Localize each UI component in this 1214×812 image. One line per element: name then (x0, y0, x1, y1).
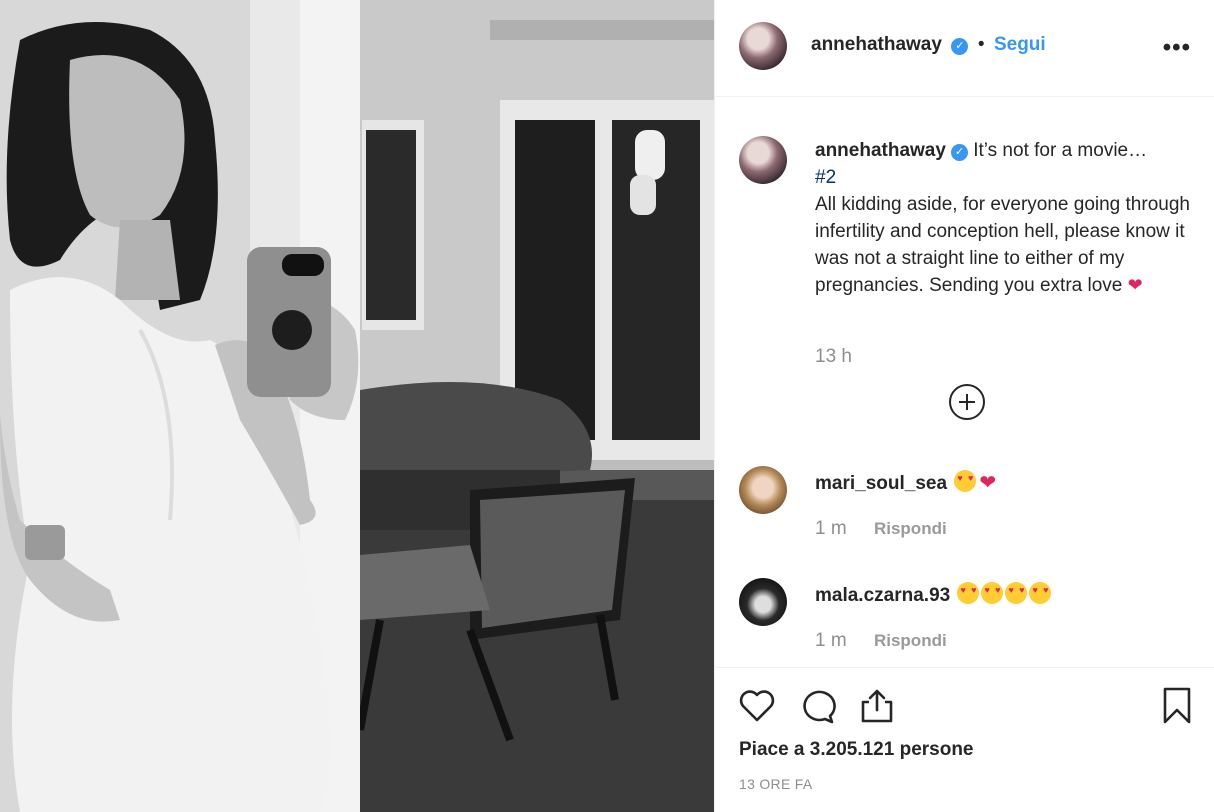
post-time[interactable]: 13 ORE FA (739, 776, 813, 792)
comment-time[interactable]: 1 m (815, 518, 847, 539)
author-username[interactable]: annehathaway (811, 34, 942, 55)
heart-eyes-emoji-icon (954, 470, 977, 492)
load-more-comments-icon[interactable] (949, 384, 985, 420)
commenter-username[interactable]: mari_soul_sea (815, 473, 947, 494)
heart-emoji-icon: ❤ (979, 472, 997, 494)
comment-item: mala.czarna.93 1 m Rispondi (739, 578, 1199, 668)
heart-eyes-emoji-icon (1029, 582, 1052, 604)
commenter-avatar[interactable] (739, 578, 787, 626)
heart-eyes-emoji-icon (957, 582, 980, 604)
separator-dot: • (977, 34, 985, 55)
share-icon[interactable] (857, 686, 897, 726)
post-photo (0, 0, 714, 812)
comment-line: mala.czarna.93 (815, 582, 1052, 607)
reply-button[interactable]: Rispondi (874, 631, 947, 650)
caption-body: All kidding aside, for everyone going th… (815, 191, 1190, 299)
comment-meta: 1 m Rispondi (815, 518, 947, 540)
caption-time[interactable]: 13 h (815, 346, 852, 368)
likes-count[interactable]: Piace a 3.205.121 persone (739, 739, 974, 761)
comment-line: mari_soul_sea ❤ (815, 470, 996, 495)
commenter-avatar[interactable] (739, 466, 787, 514)
heart-eyes-emoji-icon (981, 582, 1004, 604)
follow-button[interactable]: Segui (994, 34, 1046, 55)
comment-time[interactable]: 1 m (815, 630, 847, 651)
post-header: annehathaway ✓ • Segui ••• (715, 0, 1214, 97)
author-avatar[interactable] (739, 22, 787, 70)
commenter-username[interactable]: mala.czarna.93 (815, 585, 950, 606)
post-panel: annehathaway ✓ • Segui ••• annehathaway ✓… (714, 0, 1214, 812)
verified-badge-icon: ✓ (950, 144, 968, 161)
comment-meta: 1 m Rispondi (815, 630, 947, 652)
caption-avatar[interactable] (739, 136, 787, 184)
caption-hashtag[interactable]: #2 (815, 164, 1190, 191)
photo-illustration (0, 0, 714, 812)
post-actions: Piace a 3.205.121 persone 13 ORE FA (715, 667, 1214, 812)
reply-button[interactable]: Rispondi (874, 519, 947, 538)
heart-eyes-emoji-icon (1005, 582, 1028, 604)
caption-username[interactable]: annehathaway (815, 140, 946, 161)
caption: annehathaway ✓ It’s not for a movie… #2 A… (815, 137, 1190, 299)
heart-icon[interactable] (737, 686, 777, 726)
bookmark-icon[interactable] (1157, 686, 1197, 726)
verified-badge-icon: ✓ (951, 38, 969, 55)
caption-text: It’s not for a movie… (973, 140, 1148, 161)
heart-emoji-icon: ❤ (1127, 275, 1143, 295)
comment-icon[interactable] (797, 686, 837, 726)
comment-item: mari_soul_sea ❤ 1 m Rispondi (739, 466, 1199, 556)
more-options-icon[interactable]: ••• (1163, 34, 1191, 62)
author-line: annehathaway ✓ • Segui (811, 34, 1046, 56)
